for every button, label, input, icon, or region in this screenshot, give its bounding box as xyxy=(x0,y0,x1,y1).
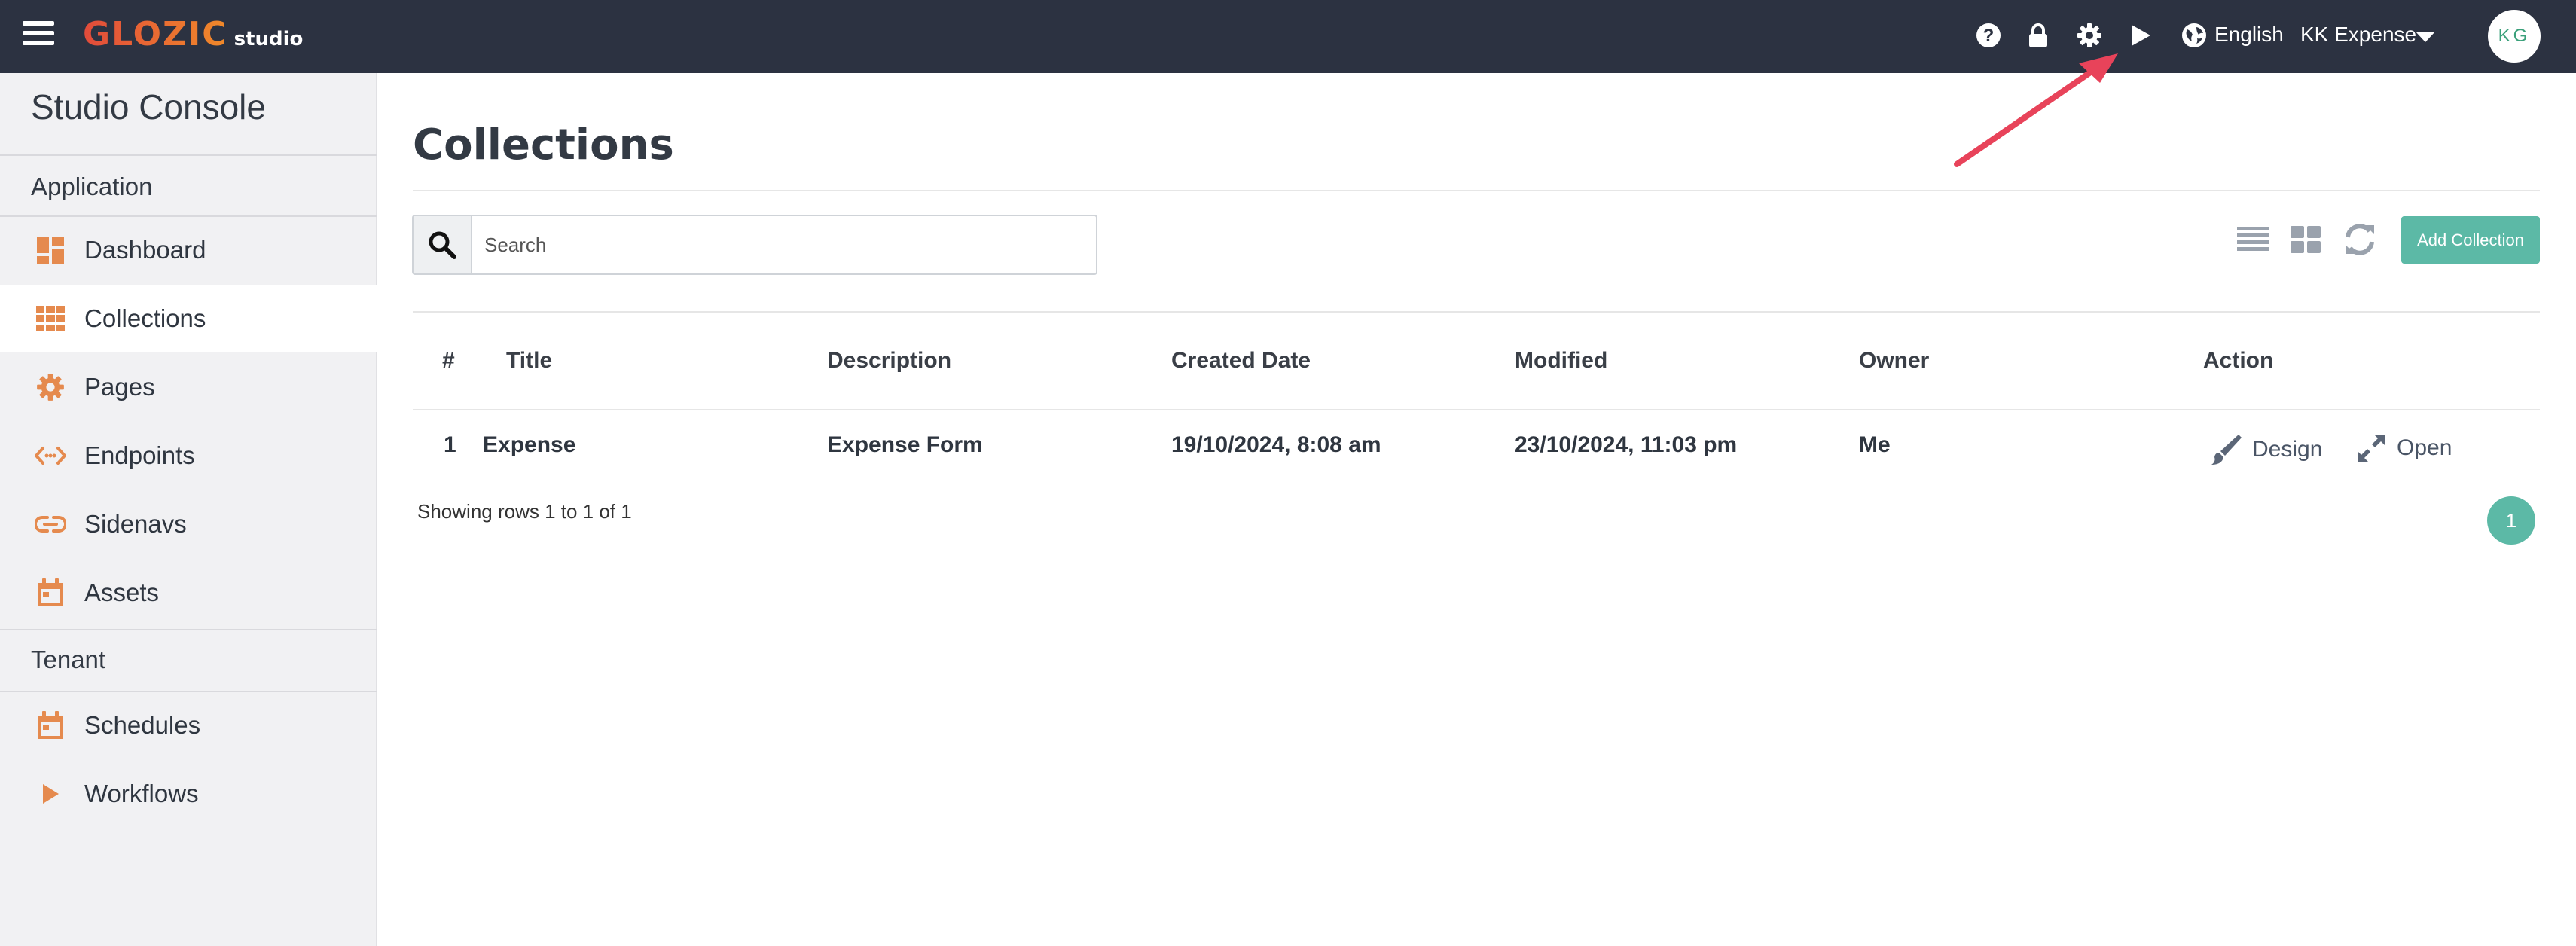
column-header-action: Action xyxy=(2203,348,2274,373)
rows-info: Showing rows 1 to 1 of 1 xyxy=(417,500,632,523)
sidebar-item-label: Dashboard xyxy=(84,236,206,264)
search-box xyxy=(412,215,1097,275)
column-header-number: # xyxy=(442,348,455,373)
section-label-tenant: Tenant xyxy=(31,645,106,673)
sidebar: Studio Console Application Dashboard Col… xyxy=(0,73,377,946)
sidebar-item-schedules[interactable]: Schedules xyxy=(0,691,377,759)
sidebar-item-label: Collections xyxy=(84,304,206,332)
caret-down-icon[interactable] xyxy=(2410,22,2440,52)
play-icon[interactable] xyxy=(2126,20,2156,50)
list-view-icon[interactable] xyxy=(2234,221,2272,258)
sidebar-item-label: Pages xyxy=(84,373,155,401)
sidebar-item-collections[interactable]: Collections xyxy=(0,285,377,352)
cell-created-date: 19/10/2024, 8:08 am xyxy=(1171,432,1381,457)
logo-main: GLOZIC xyxy=(83,15,228,53)
sidebar-item-label: Workflows xyxy=(84,780,199,807)
sidebar-item-label: Sidenavs xyxy=(84,510,187,538)
expand-icon xyxy=(2358,435,2385,462)
search-input[interactable] xyxy=(474,216,1096,273)
open-link-label: Open xyxy=(2397,435,2452,460)
page-button[interactable]: 1 xyxy=(2487,496,2535,545)
sidebar-item-label: Schedules xyxy=(84,711,201,739)
cell-title: Expense xyxy=(483,432,576,457)
grid-view-icon[interactable] xyxy=(2287,221,2324,258)
menu-icon[interactable] xyxy=(23,21,54,51)
add-collection-button[interactable]: Add Collection xyxy=(2401,216,2540,264)
refresh-icon[interactable] xyxy=(2341,221,2379,258)
logo-sub: studio xyxy=(233,28,304,50)
tenant-selector[interactable]: KK Expense xyxy=(2300,23,2416,47)
divider xyxy=(413,190,2540,191)
sidebar-item-endpoints[interactable]: Endpoints xyxy=(0,422,377,490)
language-selector[interactable]: English xyxy=(2214,23,2284,47)
sidebar-item-label: Endpoints xyxy=(84,441,195,469)
link-icon xyxy=(35,508,66,540)
globe-icon[interactable] xyxy=(2179,20,2209,50)
calendar-icon xyxy=(35,710,66,741)
sidebar-item-workflows[interactable]: Workflows xyxy=(0,760,377,828)
design-link-label: Design xyxy=(2252,437,2323,462)
code-icon xyxy=(35,440,66,471)
console-title: Studio Console xyxy=(31,87,266,127)
column-header-title[interactable]: Title xyxy=(506,348,552,374)
help-icon[interactable]: ? xyxy=(1973,20,2004,50)
column-header-description[interactable]: Description xyxy=(827,348,951,374)
cell-modified: 23/10/2024, 11:03 pm xyxy=(1515,432,1738,457)
page-title: Collections xyxy=(413,121,674,169)
lock-icon[interactable] xyxy=(2023,20,2053,50)
sidebar-item-dashboard[interactable]: Dashboard xyxy=(0,216,377,284)
divider xyxy=(0,629,377,630)
sidebar-item-label: Assets xyxy=(84,578,160,606)
column-header-created-date[interactable]: Created Date xyxy=(1171,348,1311,374)
divider xyxy=(413,311,2540,313)
cell-owner: Me xyxy=(1859,432,1891,457)
svg-text:?: ? xyxy=(1983,26,1995,46)
column-header-owner[interactable]: Owner xyxy=(1859,348,1929,374)
avatar[interactable]: KG xyxy=(2488,10,2541,63)
sidebar-item-assets[interactable]: Assets xyxy=(0,559,377,627)
sidebar-item-pages[interactable]: Pages xyxy=(0,353,377,421)
open-link[interactable]: Open xyxy=(2356,433,2452,463)
section-label-application: Application xyxy=(31,172,153,200)
cell-number: 1 xyxy=(444,432,456,457)
brush-icon xyxy=(2211,435,2242,465)
top-bar: GLOZIC studio ? English KK Expense KG xyxy=(0,0,2576,73)
calendar-icon xyxy=(35,577,66,609)
play-icon xyxy=(35,778,66,810)
design-link[interactable]: Design xyxy=(2208,433,2322,466)
annotation-arrow xyxy=(1954,53,2118,167)
logo: GLOZIC studio xyxy=(83,15,303,53)
column-header-modified[interactable]: Modified xyxy=(1515,348,1607,374)
gear-icon[interactable] xyxy=(2074,20,2104,50)
divider xyxy=(413,409,2540,410)
divider xyxy=(0,154,377,156)
search-icon[interactable] xyxy=(414,216,472,273)
dashboard-icon xyxy=(35,234,66,266)
collections-icon xyxy=(35,303,66,334)
cell-description: Expense Form xyxy=(827,432,983,457)
gear-icon xyxy=(35,371,66,403)
sidebar-item-sidenavs[interactable]: Sidenavs xyxy=(0,490,377,558)
